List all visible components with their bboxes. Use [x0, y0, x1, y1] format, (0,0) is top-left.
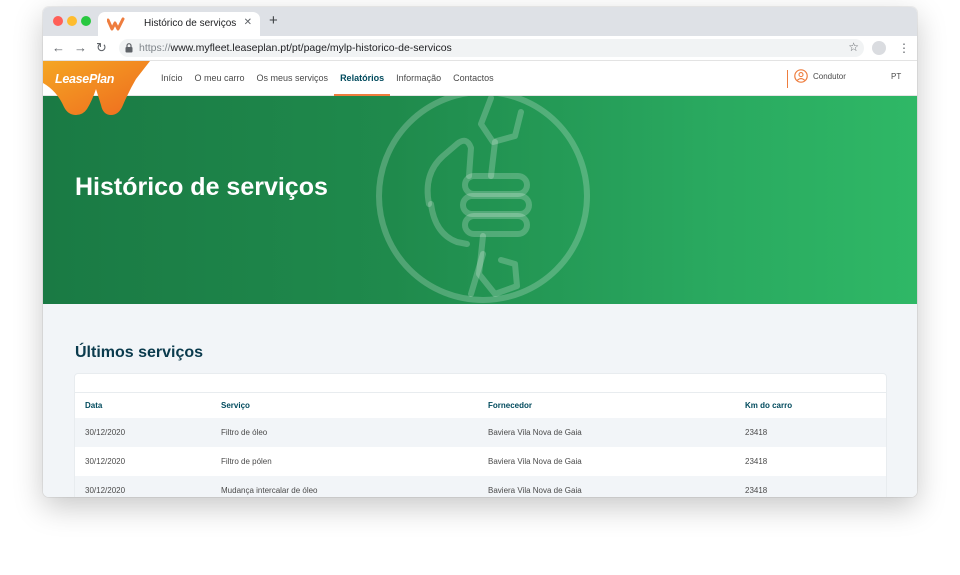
- cell-date: 30/12/2020: [85, 456, 126, 466]
- column-header-km[interactable]: Km do carro: [735, 392, 886, 418]
- nav-item-relatorios[interactable]: Relatórios: [334, 61, 391, 96]
- table-row[interactable]: 30/12/2020 Filtro de pólen Baviera Vila …: [75, 446, 886, 476]
- column-header-fornecedor[interactable]: Fornecedor: [478, 392, 735, 418]
- new-tab-button[interactable]: +: [269, 12, 278, 29]
- table-row[interactable]: 30/12/2020 Mudança intercalar de óleo Ba…: [75, 475, 886, 497]
- cell-date: 30/12/2020: [85, 427, 126, 437]
- tab-close-icon[interactable]: ✕: [244, 17, 252, 28]
- minimize-window-button[interactable]: [67, 16, 77, 26]
- user-menu[interactable]: Condutor: [794, 69, 846, 83]
- cell-service: Filtro de pólen: [221, 456, 272, 466]
- browser-menu-icon[interactable]: ⋮: [898, 40, 910, 56]
- tab-title: Histórico de serviços: [144, 18, 237, 29]
- site-header: LeasePlan Início O meu carro Os meus ser…: [43, 61, 917, 115]
- cell-service: Mudança intercalar de óleo: [221, 485, 318, 495]
- cell-service: Filtro de óleo: [221, 427, 268, 437]
- url-text: https://www.myfleet.leaseplan.pt/pt/page…: [139, 42, 452, 54]
- column-header-servico[interactable]: Serviço: [211, 392, 478, 418]
- services-table-card: Data Serviço Fornecedor Km do carro 30/1…: [74, 373, 887, 497]
- back-button[interactable]: ←: [52, 40, 65, 56]
- nav-item-informacao[interactable]: Informação: [390, 61, 447, 96]
- forward-button[interactable]: →: [74, 40, 87, 56]
- thumbs-up-wrench-icon: [376, 96, 590, 303]
- user-label: Condutor: [813, 71, 846, 81]
- cell-km: 23418: [745, 427, 768, 437]
- cell-supplier: Baviera Vila Nova de Gaia: [488, 456, 582, 466]
- cell-km: 23418: [745, 456, 768, 466]
- nav-item-contactos[interactable]: Contactos: [447, 61, 500, 96]
- hero-banner: Histórico de serviços: [43, 96, 917, 304]
- nav-item-o-meu-carro[interactable]: O meu carro: [189, 61, 251, 96]
- services-table: Data Serviço Fornecedor Km do carro 30/1…: [75, 392, 886, 497]
- main-nav: Início O meu carro Os meus serviços Rela…: [155, 61, 500, 96]
- tab-strip: Histórico de serviços ✕ +: [43, 7, 917, 36]
- reload-button[interactable]: ↻: [96, 40, 107, 56]
- browser-toolbar: ← → ↻ https://www.myfleet.leaseplan.pt/p…: [43, 36, 917, 61]
- url-protocol: https://: [139, 42, 171, 54]
- cell-km: 23418: [745, 485, 768, 495]
- cell-date: 30/12/2020: [85, 485, 126, 495]
- language-selector[interactable]: PT: [891, 72, 901, 81]
- leaseplan-logo-shape: [43, 61, 150, 115]
- browser-tab[interactable]: Histórico de serviços ✕: [98, 12, 260, 36]
- cell-supplier: Baviera Vila Nova de Gaia: [488, 485, 582, 495]
- nav-item-os-meus-servicos[interactable]: Os meus serviços: [251, 61, 335, 96]
- nav-item-inicio[interactable]: Início: [155, 61, 189, 96]
- browser-window: Histórico de serviços ✕ + ← → ↻ https://…: [43, 7, 917, 497]
- column-header-data[interactable]: Data: [75, 392, 211, 418]
- address-bar[interactable]: https://www.myfleet.leaseplan.pt/pt/page…: [119, 39, 864, 57]
- close-window-button[interactable]: [53, 16, 63, 26]
- page-title: Histórico de serviços: [75, 173, 328, 201]
- main-content: Últimos serviços Data Serviço Fornecedor…: [43, 304, 917, 497]
- logo-text: LeasePlan: [55, 72, 115, 86]
- user-icon: [794, 69, 808, 83]
- leaseplan-logo[interactable]: LeasePlan: [43, 61, 150, 115]
- lock-icon: [125, 43, 133, 53]
- maximize-window-button[interactable]: [81, 16, 91, 26]
- table-row[interactable]: 30/12/2020 Filtro de óleo Baviera Vila N…: [75, 417, 886, 447]
- leaseplan-favicon-icon: [107, 17, 125, 31]
- table-header-row: Data Serviço Fornecedor Km do carro: [75, 392, 886, 418]
- header-divider: [787, 70, 788, 88]
- cell-supplier: Baviera Vila Nova de Gaia: [488, 427, 582, 437]
- bookmark-star-icon[interactable]: ☆: [848, 40, 859, 54]
- url-path: www.myfleet.leaseplan.pt/pt/page/mylp-hi…: [170, 42, 452, 54]
- profile-avatar[interactable]: [872, 41, 886, 55]
- section-title: Últimos serviços: [75, 344, 204, 361]
